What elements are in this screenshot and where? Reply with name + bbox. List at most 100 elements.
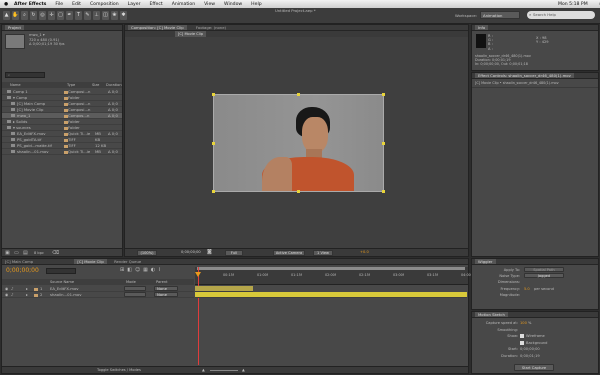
layer-transform-handle[interactable] [212, 93, 215, 96]
camera-tool-icon[interactable]: ◎ [39, 11, 46, 20]
layer-transform-handle[interactable] [212, 142, 215, 145]
layer-label-color[interactable] [34, 293, 38, 297]
draft-3d-icon[interactable]: ◧ [127, 267, 135, 273]
layer-mode-select[interactable] [124, 292, 146, 297]
layer-label-color[interactable] [34, 287, 38, 291]
resolution-select[interactable]: Full [225, 250, 243, 256]
interpret-footage-icon[interactable]: ▣ [5, 250, 10, 256]
layer-transform-handle[interactable] [297, 93, 300, 96]
visibility-icon[interactable]: ◉ [5, 292, 8, 297]
layer-transform-handle[interactable] [382, 190, 385, 193]
time-ruler[interactable]: 00:15f 01:00f 01:15f 02:00f 02:15f 03:00f 03:1… [195, 267, 472, 285]
menu-file[interactable]: File [55, 2, 63, 7]
exposure-value[interactable]: +0.0 [360, 249, 369, 256]
stamp-tool-icon[interactable]: ⊥ [93, 11, 100, 20]
expand-arrow-icon[interactable]: ▸ [26, 292, 28, 297]
menu-window[interactable]: Window [224, 2, 242, 7]
tab-render-queue[interactable]: Render Queue [114, 259, 141, 264]
tab-info[interactable]: Info [475, 25, 489, 30]
zoom-out-icon[interactable]: ▲ [202, 367, 205, 373]
header-size[interactable]: Size [92, 82, 99, 88]
type-tool-icon[interactable]: T [75, 11, 82, 20]
time-indicator-head[interactable] [195, 272, 201, 277]
background-checkbox[interactable] [520, 340, 524, 345]
menu-help[interactable]: Help [251, 2, 261, 7]
selection-tool-icon[interactable]: ▲ [3, 11, 10, 20]
layer-mode-select[interactable] [124, 286, 146, 291]
header-name[interactable]: Name [10, 82, 21, 88]
shy-icon[interactable]: ☺ [135, 267, 143, 273]
app-menu[interactable]: After Effects [14, 2, 46, 7]
project-search-field[interactable]: ⌕ [5, 72, 45, 78]
tab-main-comp[interactable]: [C] Main Comp [5, 259, 33, 264]
menu-view[interactable]: View [204, 2, 215, 7]
header-type[interactable]: Type [67, 82, 75, 88]
layer-name[interactable]: EA_EditFX.mov [50, 286, 79, 291]
tab-motion-sketch[interactable]: Motion Sketch [475, 312, 508, 317]
zoom-tool-icon[interactable]: ⌕ [21, 11, 28, 20]
wiggler-apply-select[interactable]: Spatial Path [524, 267, 564, 272]
layer-name[interactable]: shaolin...01.mov [50, 292, 81, 297]
audio-icon[interactable]: ♪ [11, 292, 13, 297]
zoom-select[interactable]: (100%) [137, 250, 157, 256]
header-duration[interactable]: Duration [106, 82, 122, 88]
tab-wiggler[interactable]: Wiggler [475, 259, 496, 264]
layer-row[interactable]: ◉ ♪ ▸ 2 shaolin...01.mov None [2, 292, 194, 298]
search-help-field[interactable]: ⌕ Search Help [527, 11, 595, 19]
tab-movie-clip[interactable]: [C] Movie Clip [74, 259, 107, 264]
work-area-bar[interactable] [197, 267, 465, 270]
layer-transform-handle[interactable] [212, 190, 215, 193]
comp-subtab[interactable]: [C] Movie Clip [175, 31, 207, 37]
timeline-search[interactable] [46, 268, 76, 274]
project-item[interactable]: shaolin...01.mov Quick Ti...ie MB Δ 0;0 [2, 149, 122, 155]
header-mode[interactable]: Mode [126, 279, 136, 285]
menu-edit[interactable]: Edit [72, 2, 81, 7]
layer-transform-handle[interactable] [382, 93, 385, 96]
zoom-in-icon[interactable]: ▲ [242, 367, 245, 373]
hand-tool-icon[interactable]: ✋ [12, 11, 19, 20]
header-source-name[interactable]: Source Name [50, 279, 74, 285]
toggle-switches-modes[interactable]: Toggle Switches / Modes [97, 367, 141, 373]
puppet-tool-icon[interactable]: ✱ [120, 11, 127, 20]
current-time-indicator[interactable] [198, 267, 199, 365]
mask-tool-icon[interactable]: ▢ [57, 11, 64, 20]
wireframe-checkbox[interactable] [520, 334, 524, 338]
start-capture-button[interactable]: Start Capture [514, 364, 554, 371]
tab-footage[interactable]: Footage: (none) [196, 25, 226, 30]
bit-depth[interactable]: 8 bpc [34, 251, 44, 255]
menu-effect[interactable]: Effect [149, 2, 162, 7]
timeline-zoom-slider[interactable] [210, 370, 238, 371]
tab-project[interactable]: Project [5, 25, 24, 30]
camera-snapshot-icon[interactable]: ◙ [207, 249, 212, 256]
pen-tool-icon[interactable]: ✒ [66, 11, 73, 20]
roto-brush-icon[interactable]: ❀ [111, 11, 118, 20]
trash-icon[interactable]: ⌫ [52, 250, 59, 256]
layer-transform-handle[interactable] [297, 190, 300, 193]
eraser-tool-icon[interactable]: ◫ [102, 11, 109, 20]
menu-layer[interactable]: Layer [128, 2, 141, 7]
active-camera-select[interactable]: Active Camera [273, 250, 305, 256]
comp-timecode[interactable]: 0;00;00;00 [181, 249, 201, 256]
menu-animation[interactable]: Animation [172, 2, 195, 7]
layer-transform-handle[interactable] [382, 142, 385, 145]
apple-icon[interactable]: ● [4, 2, 8, 7]
menu-composition[interactable]: Composition [90, 2, 119, 7]
new-comp-icon[interactable]: ▤ [23, 250, 28, 256]
layer-parent-select[interactable]: None [154, 292, 178, 297]
rotate-tool-icon[interactable]: ↻ [30, 11, 37, 20]
header-parent[interactable]: Parent [156, 279, 168, 285]
audio-icon[interactable]: ♪ [11, 286, 13, 291]
wiggler-noise-select[interactable]: Jagged [524, 273, 564, 279]
workspace-select[interactable]: Animation [480, 11, 520, 19]
graph-editor-icon[interactable]: ⌇ [158, 267, 163, 273]
layer-parent-select[interactable]: None [154, 286, 178, 291]
pan-behind-icon[interactable]: ✛ [48, 11, 55, 20]
timeline-timecode[interactable]: 0;00;00;00 [6, 267, 39, 274]
new-folder-icon[interactable]: ▭ [14, 250, 19, 256]
expand-arrow-icon[interactable]: ▸ [26, 286, 28, 291]
frame-blend-icon[interactable]: ▦ [143, 267, 151, 273]
views-select[interactable]: 1 View [313, 250, 333, 256]
visibility-icon[interactable]: ◉ [5, 286, 8, 291]
brush-tool-icon[interactable]: ✎ [84, 11, 91, 20]
layer-duration-bar[interactable] [195, 292, 467, 298]
